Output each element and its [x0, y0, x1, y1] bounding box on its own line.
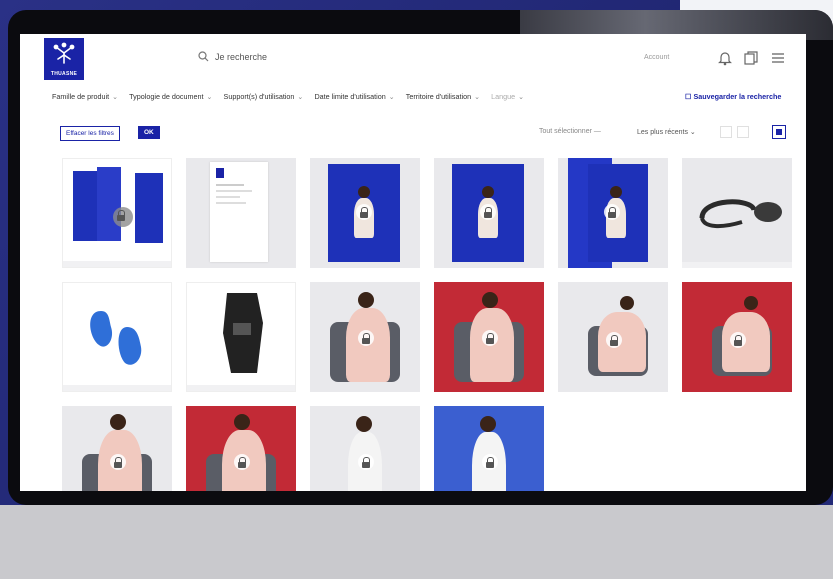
chevron-down-icon: ⌄: [474, 92, 481, 101]
filter-usage-deadline[interactable]: Date limite d'utilisation ⌄: [314, 92, 394, 101]
card-footer: [63, 261, 171, 267]
save-search-link[interactable]: ☐ Sauvegarder la recherche: [685, 92, 781, 101]
ok-button[interactable]: OK: [138, 126, 160, 139]
app-screen: THUASNE Je recherche Account Famille de …: [20, 34, 806, 491]
asset-card[interactable]: [186, 158, 296, 268]
filter-bar: Famille de produit ⌄ Typologie de documen…: [52, 92, 524, 101]
filter-language[interactable]: Langue ⌄: [491, 92, 524, 101]
filter-product-family[interactable]: Famille de produit ⌄: [52, 92, 118, 101]
lock-icon: [480, 204, 496, 220]
filter-usage-territory[interactable]: Territoire d'utilisation ⌄: [406, 92, 480, 101]
select-all-label: Tout sélectionner: [539, 128, 592, 135]
photo-person: [110, 414, 126, 430]
lock-icon: [356, 204, 372, 220]
asset-card[interactable]: [434, 282, 544, 392]
asset-card[interactable]: [186, 406, 296, 491]
card-footer: [63, 385, 171, 391]
asset-card[interactable]: [558, 282, 668, 392]
asset-card[interactable]: [682, 282, 792, 392]
header: THUASNE Je recherche Account: [20, 34, 806, 86]
photo-person: [356, 416, 372, 432]
lock-icon: [113, 207, 133, 227]
search-icon: [198, 51, 209, 62]
lock-icon: [358, 330, 374, 346]
asset-card[interactable]: [62, 158, 172, 268]
bell-icon[interactable]: [718, 50, 732, 66]
insoles-product-image: [90, 311, 142, 365]
asset-card[interactable]: [434, 158, 544, 268]
select-all-toggle[interactable]: Tout sélectionner —: [539, 128, 601, 135]
save-search-label: Sauvegarder la recherche: [693, 92, 782, 101]
pagination: [720, 126, 749, 138]
brochure-image: [97, 167, 121, 241]
lock-icon: [110, 454, 126, 470]
logo-mark-icon: [53, 42, 75, 64]
lock-icon: [358, 454, 374, 470]
chevron-down-icon: ⌄: [112, 92, 119, 101]
card-footer: [682, 262, 792, 268]
asset-card[interactable]: [310, 282, 420, 392]
lock-icon: [234, 454, 250, 470]
prev-page-button[interactable]: [720, 126, 732, 138]
photo-person: [598, 312, 646, 372]
sort-label: Les plus récents: [637, 129, 688, 136]
next-page-button[interactable]: [737, 126, 749, 138]
asset-card[interactable]: [62, 282, 172, 392]
search-input[interactable]: Je recherche: [215, 52, 267, 62]
asset-card[interactable]: [62, 406, 172, 491]
asset-card[interactable]: [310, 406, 420, 491]
photo-person: [234, 414, 250, 430]
lock-icon: [604, 204, 620, 220]
pump-product-image: [699, 199, 782, 229]
photo-person: [744, 296, 758, 310]
lock-icon: [730, 332, 746, 348]
grid-view-toggle[interactable]: [772, 125, 786, 139]
filter-usage-support[interactable]: Support(s) d'utilisation ⌄: [224, 92, 304, 101]
brand-logo[interactable]: THUASNE: [44, 38, 84, 80]
search-bar[interactable]: Je recherche: [198, 51, 267, 62]
document-preview: [210, 162, 268, 262]
brochure-image: [73, 171, 99, 241]
photo-person: [482, 292, 498, 308]
asset-card[interactable]: [434, 406, 544, 491]
brochure-image: [135, 173, 163, 243]
asset-card[interactable]: [186, 282, 296, 392]
filter-document-type[interactable]: Typologie de document ⌄: [129, 92, 212, 101]
chevron-down-icon: ⌄: [206, 92, 213, 101]
lock-icon: [482, 330, 498, 346]
clear-filters-button[interactable]: Effacer les filtres: [60, 126, 120, 141]
account-link[interactable]: Account: [644, 54, 669, 61]
menu-icon[interactable]: [770, 50, 786, 66]
chevron-down-icon: ⌄: [518, 92, 525, 101]
asset-card[interactable]: [682, 158, 792, 268]
asset-card[interactable]: [310, 158, 420, 268]
sort-dropdown[interactable]: Les plus récents ⌄: [637, 128, 696, 136]
chevron-down-icon: ⌄: [388, 92, 395, 101]
brand-logo-text: THUASNE: [50, 71, 78, 77]
collection-icon[interactable]: [743, 50, 759, 66]
photo-person: [480, 416, 496, 432]
chevron-down-icon: ⌄: [297, 92, 304, 101]
photo-person: [620, 296, 634, 310]
knee-brace-product-image: [223, 293, 263, 373]
laptop-base: [0, 505, 833, 579]
lock-icon: [482, 454, 498, 470]
asset-card[interactable]: [558, 158, 668, 268]
photo-person: [722, 312, 770, 372]
lock-icon: [606, 332, 622, 348]
card-footer: [187, 385, 295, 391]
photo-person: [358, 292, 374, 308]
